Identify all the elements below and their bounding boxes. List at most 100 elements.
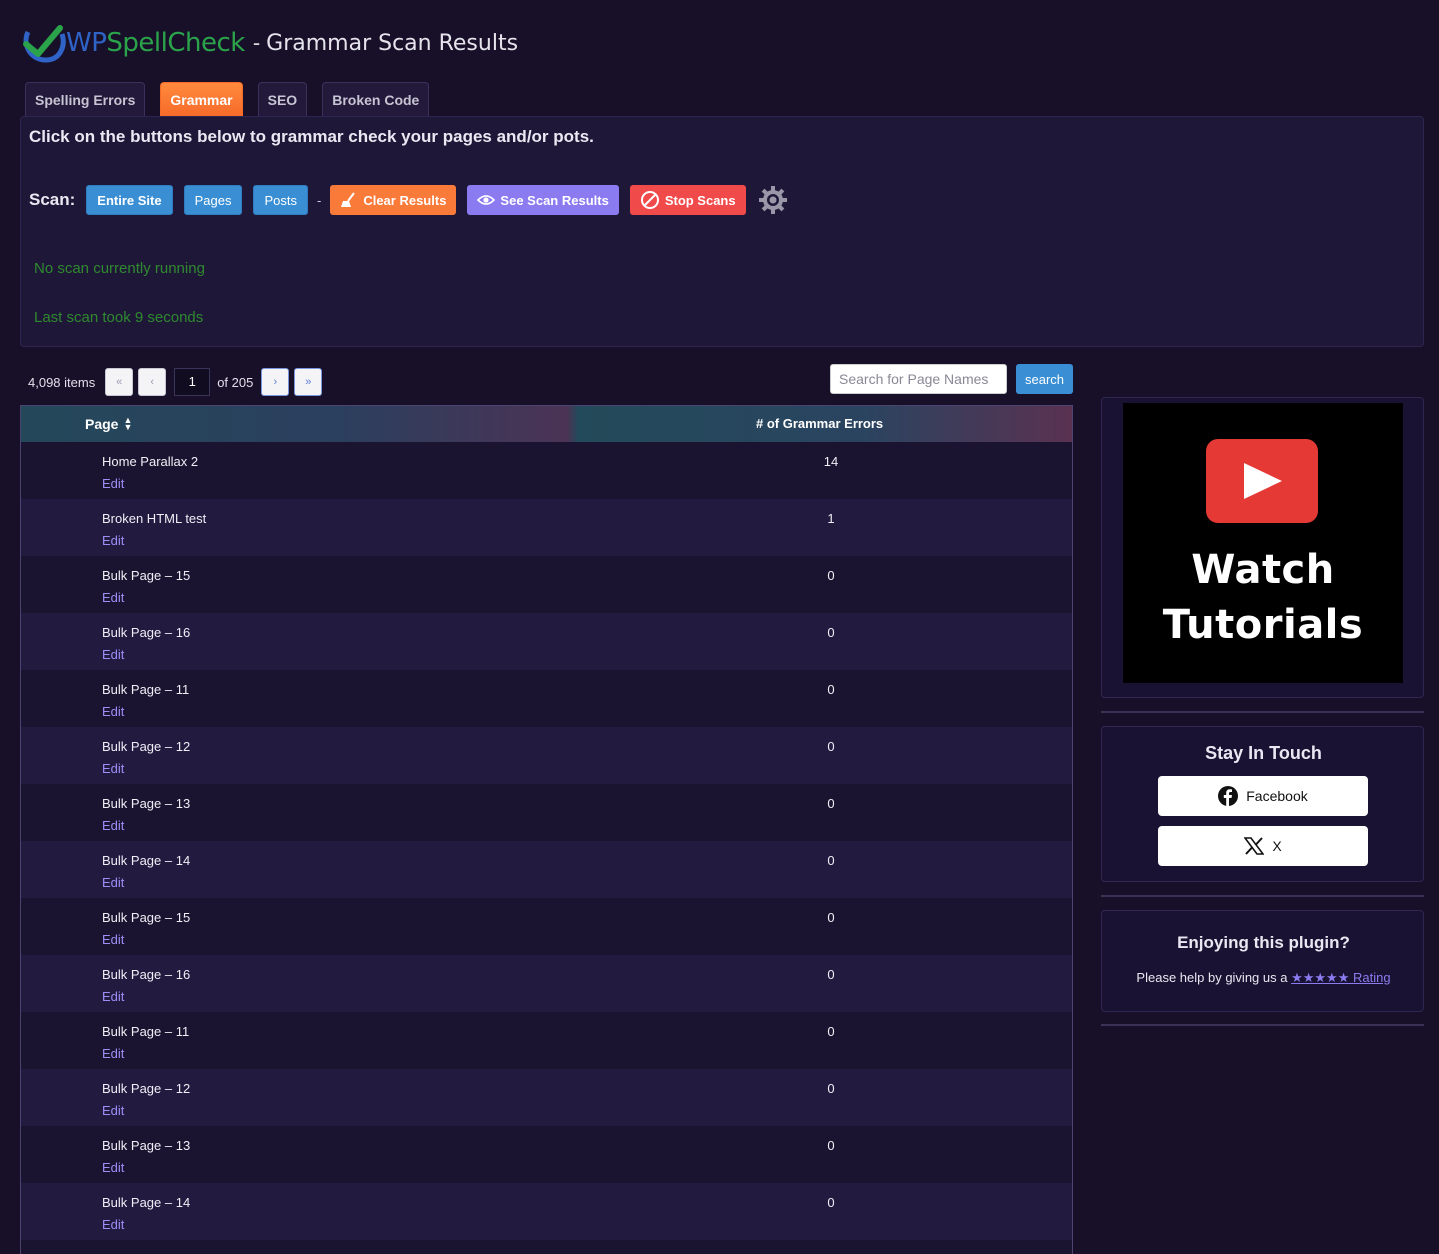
scan-pages-button[interactable]: Pages <box>183 185 243 215</box>
scan-entire-site-button[interactable]: Entire Site <box>86 185 173 215</box>
edit-link[interactable]: Edit <box>102 761 124 776</box>
rating-link[interactable]: ★★★★★ Rating <box>1291 970 1390 985</box>
eye-icon <box>477 193 496 207</box>
edit-link[interactable]: Edit <box>102 818 124 833</box>
edit-link[interactable]: Edit <box>102 989 124 1004</box>
edit-link[interactable]: Edit <box>102 590 124 605</box>
page-name: Bulk Page – 15 <box>102 568 191 583</box>
wpspellcheck-logo[interactable]: WPSpellCheck <box>20 20 245 66</box>
table-row: Home Parallax 2 Edit 14 <box>21 442 1072 499</box>
tab-grammar[interactable]: Grammar <box>160 82 243 116</box>
table-row: Bulk Page – 11 Edit 0 <box>21 670 1072 727</box>
page-name: Bulk Page – 11 <box>102 1024 190 1039</box>
scan-label: Scan: <box>29 190 76 209</box>
table-row: Bulk Page – 15 Edit 0 <box>21 556 1072 613</box>
table-row: Bulk Page – 14 Edit 0 <box>21 841 1072 898</box>
see-scan-results-button[interactable]: See Scan Results <box>467 185 619 215</box>
edit-link[interactable]: Edit <box>102 1217 124 1232</box>
column-header-page[interactable]: Page ▲ ▼ <box>85 416 132 433</box>
settings-gear-icon[interactable] <box>757 184 789 216</box>
page-name: Bulk Page – 13 <box>102 1138 191 1153</box>
checkmark-logo-icon <box>23 25 66 63</box>
page-name: Bulk Page – 14 <box>102 1195 191 1210</box>
grammar-error-count: 0 <box>827 682 835 697</box>
grammar-error-count: 0 <box>827 568 835 583</box>
tab-seo[interactable]: SEO <box>257 82 308 116</box>
page-name: Bulk Page – 15 <box>102 910 191 925</box>
search-button[interactable]: search <box>1016 364 1073 394</box>
table-row: Bulk Page – 11 Edit 0 <box>21 1012 1072 1069</box>
facebook-button[interactable]: Facebook <box>1158 776 1368 816</box>
page-title: Grammar Scan Results <box>266 30 519 56</box>
clear-results-button[interactable]: Clear Results <box>330 185 457 215</box>
edit-link[interactable]: Edit <box>102 476 124 491</box>
sidebar-divider <box>1101 1024 1424 1026</box>
edit-link[interactable]: Edit <box>102 533 124 548</box>
table-row: Bulk Page – 14 Edit 0 <box>21 1183 1072 1240</box>
grammar-error-count: 0 <box>827 853 835 868</box>
tab-bar: Spelling Errors Grammar SEO Broken Code <box>25 82 444 116</box>
x-button[interactable]: X <box>1158 826 1368 866</box>
table-row: Broken HTML test Edit 1 <box>21 499 1072 556</box>
grammar-error-count: 0 <box>827 1081 835 1096</box>
grammar-error-count: 0 <box>827 967 835 982</box>
stay-in-touch-card: Stay In Touch Facebook X <box>1101 726 1424 882</box>
item-count: 4,098 items <box>28 374 96 390</box>
button-separator: - <box>316 192 322 208</box>
table-row: Bulk Page – 12 Edit 0 <box>21 727 1072 784</box>
title-separator: - <box>252 30 261 55</box>
next-page-button[interactable]: › <box>261 368 290 396</box>
facebook-label: Facebook <box>1246 788 1308 804</box>
rating-text: Please help by giving us a ★★★★★ Rating <box>1136 970 1391 985</box>
sort-arrows-icon[interactable]: ▲ ▼ <box>123 416 132 432</box>
first-page-button[interactable]: « <box>105 368 134 396</box>
page-name: Bulk Page – 12 <box>102 739 191 754</box>
stay-in-touch-title: Stay In Touch <box>1205 743 1322 763</box>
edit-link[interactable]: Edit <box>102 704 124 719</box>
grammar-error-count: 14 <box>823 454 839 469</box>
last-scan-duration-text: Last scan took 9 seconds <box>34 309 204 326</box>
search-input[interactable]: Search for Page Names <box>830 364 1007 394</box>
scan-panel: Click on the buttons below to grammar ch… <box>20 116 1424 347</box>
page-name: Bulk Page – 12 <box>102 1081 191 1096</box>
logo-text: WPSpellCheck <box>66 28 245 58</box>
edit-link[interactable]: Edit <box>102 1046 124 1061</box>
prev-page-button[interactable]: ‹ <box>138 368 167 396</box>
stop-scans-button[interactable]: Stop Scans <box>629 185 746 215</box>
grammar-error-count: 0 <box>827 910 835 925</box>
grammar-error-count: 1 <box>827 511 835 526</box>
watch-tutorials-thumbnail[interactable]: Watch Tutorials <box>1123 403 1403 683</box>
tutorial-card: Watch Tutorials <box>1101 397 1424 698</box>
rating-card: Enjoying this plugin? Please help by giv… <box>1101 910 1424 1012</box>
facebook-icon <box>1218 786 1239 806</box>
page-name: Broken HTML test <box>102 511 207 526</box>
pagination: 4,098 items « ‹ 1 of 205 › » <box>28 368 327 396</box>
scan-status-text: No scan currently running <box>34 260 205 277</box>
table-row: Bulk Page – 16 Edit 0 <box>21 955 1072 1012</box>
sidebar-divider <box>1101 711 1424 713</box>
scan-posts-button[interactable]: Posts <box>253 185 308 215</box>
current-page-input[interactable]: 1 <box>174 368 211 396</box>
tab-spelling-errors[interactable]: Spelling Errors <box>25 82 146 116</box>
last-page-button[interactable]: » <box>294 368 323 396</box>
tab-broken-code[interactable]: Broken Code <box>322 82 430 116</box>
table-row <box>21 1240 1072 1254</box>
table-row: Bulk Page – 15 Edit 0 <box>21 898 1072 955</box>
video-title-line2: Tutorials <box>1162 602 1364 648</box>
edit-link[interactable]: Edit <box>102 647 124 662</box>
header: WPSpellCheck - Grammar Scan Results <box>20 18 518 68</box>
x-label: X <box>1272 838 1282 854</box>
grammar-error-count: 0 <box>827 625 835 640</box>
edit-link[interactable]: Edit <box>102 932 124 947</box>
youtube-play-icon <box>1206 439 1318 523</box>
edit-link[interactable]: Edit <box>102 1160 124 1175</box>
edit-link[interactable]: Edit <box>102 875 124 890</box>
results-table: Page ▲ ▼ # of Grammar Errors Home Paralla… <box>20 405 1073 1254</box>
page-name: Bulk Page – 14 <box>102 853 191 868</box>
scan-controls: Scan: Entire Site Pages Posts - Clear Re… <box>29 184 789 216</box>
page-name: Home Parallax 2 <box>102 454 199 469</box>
edit-link[interactable]: Edit <box>102 1103 124 1118</box>
grammar-error-count: 0 <box>827 1138 835 1153</box>
table-header: Page ▲ ▼ # of Grammar Errors <box>21 406 1072 442</box>
grammar-error-count: 0 <box>827 1195 835 1210</box>
